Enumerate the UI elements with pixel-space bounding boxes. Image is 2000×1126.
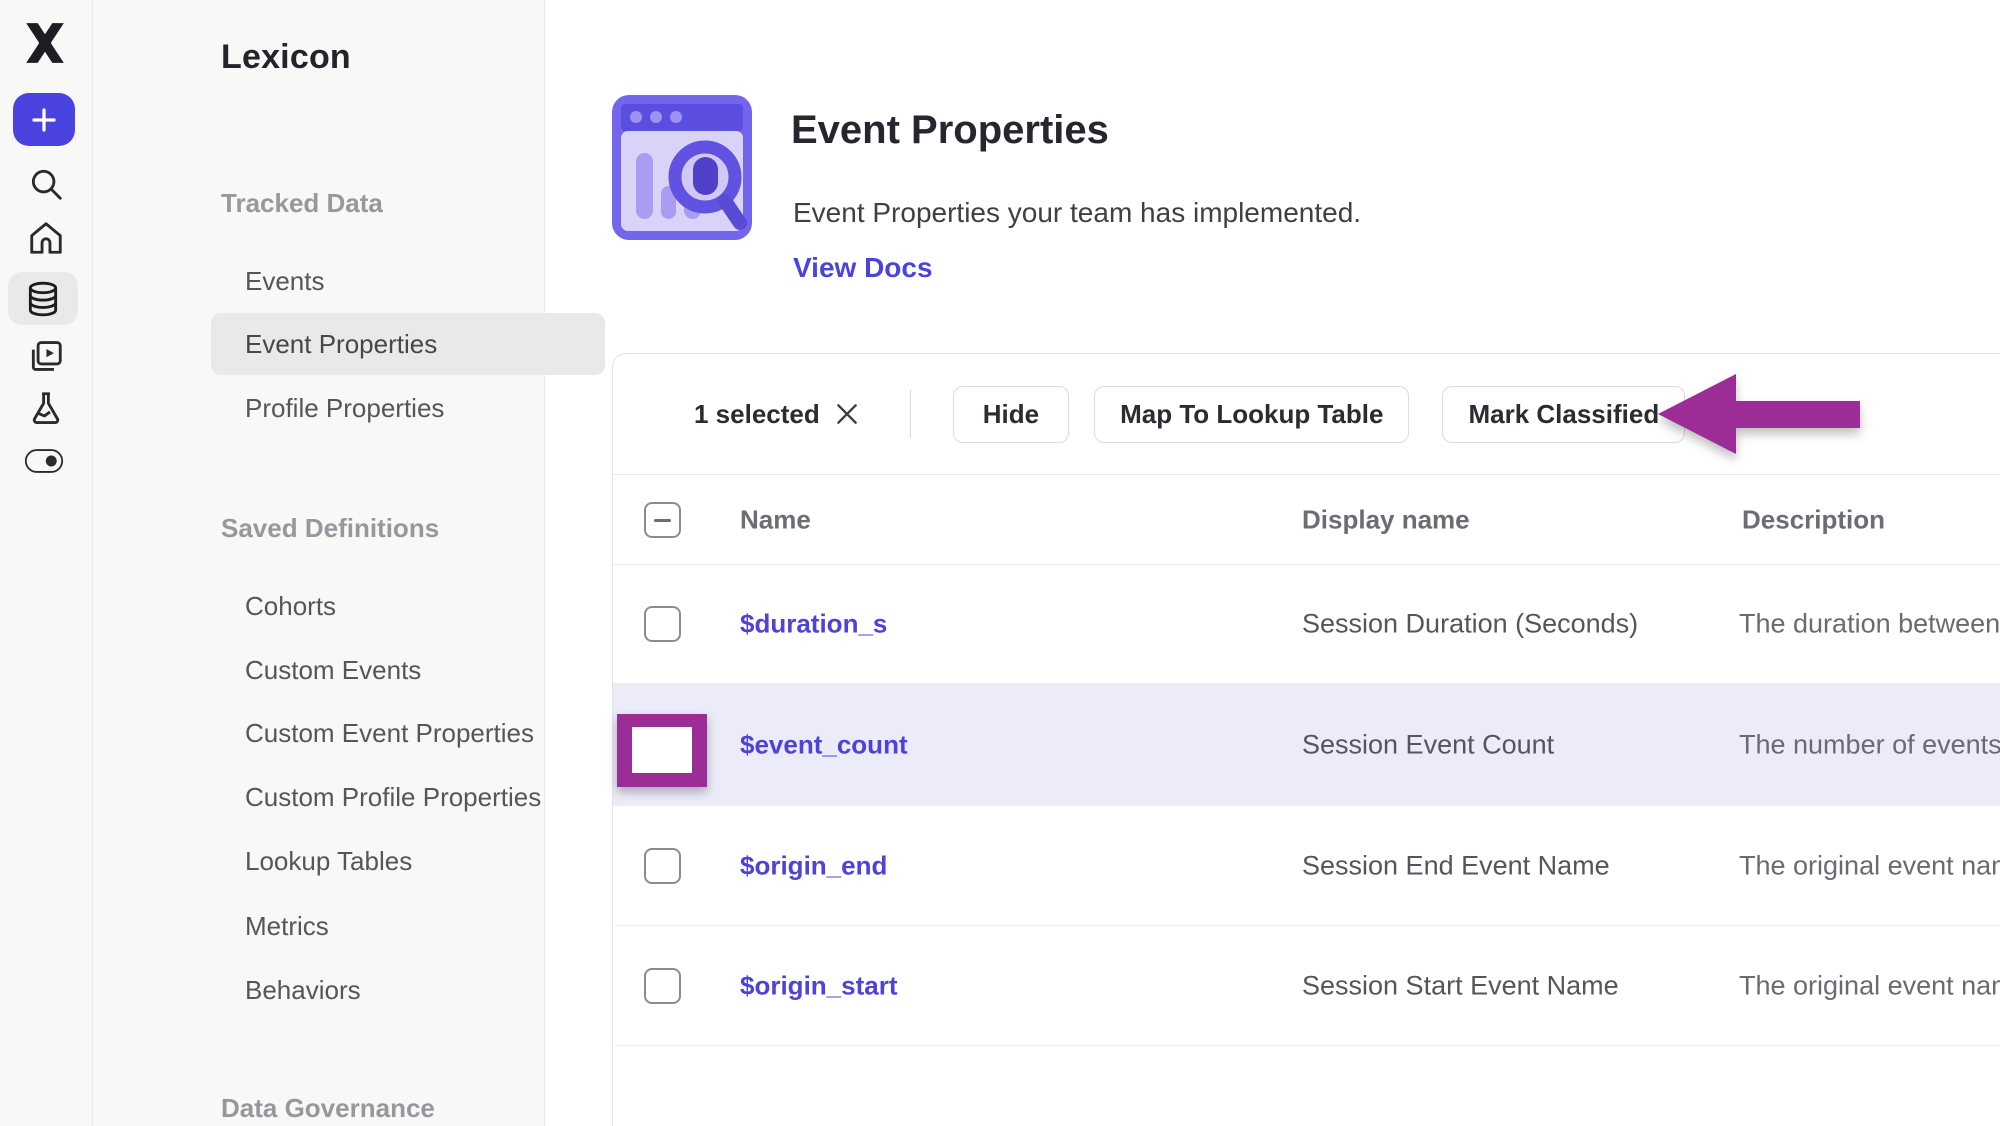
event-properties-illustration-icon [612, 95, 752, 240]
property-display-name: Session End Event Name [1302, 850, 1610, 881]
column-header-name[interactable]: Name [740, 504, 811, 535]
lexicon-sidebar: Lexicon Tracked Data Events Event Proper… [93, 0, 545, 1126]
property-description: The original event nam [1739, 970, 2000, 1001]
section-data-governance: Data Governance [221, 1088, 435, 1126]
section-saved-definitions: Saved Definitions [221, 508, 439, 548]
selected-count: 1 selected [694, 399, 820, 430]
sidebar-item-custom-events[interactable]: Custom Events [245, 650, 421, 690]
section-tracked-data: Tracked Data [221, 183, 383, 223]
toolbar-divider [910, 390, 911, 438]
mark-classified-button[interactable]: Mark Classified [1442, 386, 1685, 443]
row-checkbox[interactable] [644, 606, 681, 642]
sidebar-item-profile-properties[interactable]: Profile Properties [245, 388, 444, 428]
sidebar-title: Lexicon [221, 38, 351, 77]
property-description: The number of events [1739, 729, 2000, 760]
sidebar-item-custom-profile-properties[interactable]: Custom Profile Properties [245, 777, 541, 817]
table-row[interactable]: $origin_start Session Start Event Name T… [613, 926, 2000, 1046]
toggle-icon[interactable] [24, 441, 64, 481]
sidebar-item-cohorts[interactable]: Cohorts [245, 586, 336, 626]
create-new-button[interactable] [13, 93, 75, 146]
annotation-highlight-box [617, 714, 707, 787]
clear-selection-close-icon[interactable] [834, 401, 860, 427]
sidebar-item-custom-event-properties[interactable]: Custom Event Properties [245, 713, 534, 753]
property-name-link[interactable]: $origin_start [740, 970, 898, 1001]
column-header-display-name[interactable]: Display name [1302, 504, 1470, 535]
view-docs-link[interactable]: View Docs [793, 252, 933, 284]
property-name-link[interactable]: $event_count [740, 729, 908, 760]
plus-icon [29, 105, 59, 135]
property-description: The duration between [1739, 609, 2000, 640]
database-icon [24, 280, 62, 318]
select-all-checkbox[interactable] [644, 502, 681, 538]
property-name-link[interactable]: $duration_s [740, 609, 887, 640]
sidebar-item-behaviors[interactable]: Behaviors [245, 970, 361, 1010]
sidebar-item-event-properties-label[interactable]: Event Properties [245, 324, 437, 364]
boards-icon[interactable] [26, 336, 66, 376]
sidebar-item-metrics[interactable]: Metrics [245, 906, 329, 946]
search-icon[interactable] [26, 164, 66, 204]
row-checkbox[interactable] [644, 848, 681, 884]
property-display-name: Session Start Event Name [1302, 970, 1619, 1001]
hide-button[interactable]: Hide [953, 386, 1069, 443]
property-description: The original event nam [1739, 850, 2000, 881]
lexicon-app: Lexicon Tracked Data Events Event Proper… [0, 0, 2000, 1126]
selection-toolbar: 1 selected Hide Map To Lookup Table Mark… [613, 354, 2000, 474]
table-row[interactable]: $origin_end Session End Event Name The o… [613, 806, 2000, 926]
map-to-lookup-table-button[interactable]: Map To Lookup Table [1094, 386, 1409, 443]
home-icon[interactable] [26, 218, 66, 258]
property-display-name: Session Duration (Seconds) [1302, 609, 1638, 640]
event-properties-table-card: 1 selected Hide Map To Lookup Table Mark… [612, 353, 2000, 1126]
indeterminate-mark [654, 519, 671, 522]
page-subtitle: Event Properties your team has implement… [793, 197, 1361, 229]
experiments-flask-icon[interactable] [26, 388, 66, 428]
table-header-row: Name Display name Description [613, 474, 2000, 565]
mixpanel-logo-icon[interactable] [22, 21, 68, 65]
data-management-selected[interactable] [8, 272, 78, 325]
property-display-name: Session Event Count [1302, 729, 1554, 760]
table-row-selected[interactable]: $event_count Session Event Count The num… [613, 684, 2000, 806]
sidebar-item-events[interactable]: Events [245, 261, 325, 301]
row-checkbox[interactable] [644, 968, 681, 1004]
property-name-link[interactable]: $origin_end [740, 850, 887, 881]
annotation-highlight-box-inner [632, 727, 692, 773]
column-header-description[interactable]: Description [1742, 504, 1885, 535]
sidebar-item-lookup-tables[interactable]: Lookup Tables [245, 841, 412, 881]
page-title: Event Properties [791, 108, 1109, 153]
icon-rail [0, 0, 93, 1126]
table-row[interactable]: $duration_s Session Duration (Seconds) T… [613, 565, 2000, 684]
